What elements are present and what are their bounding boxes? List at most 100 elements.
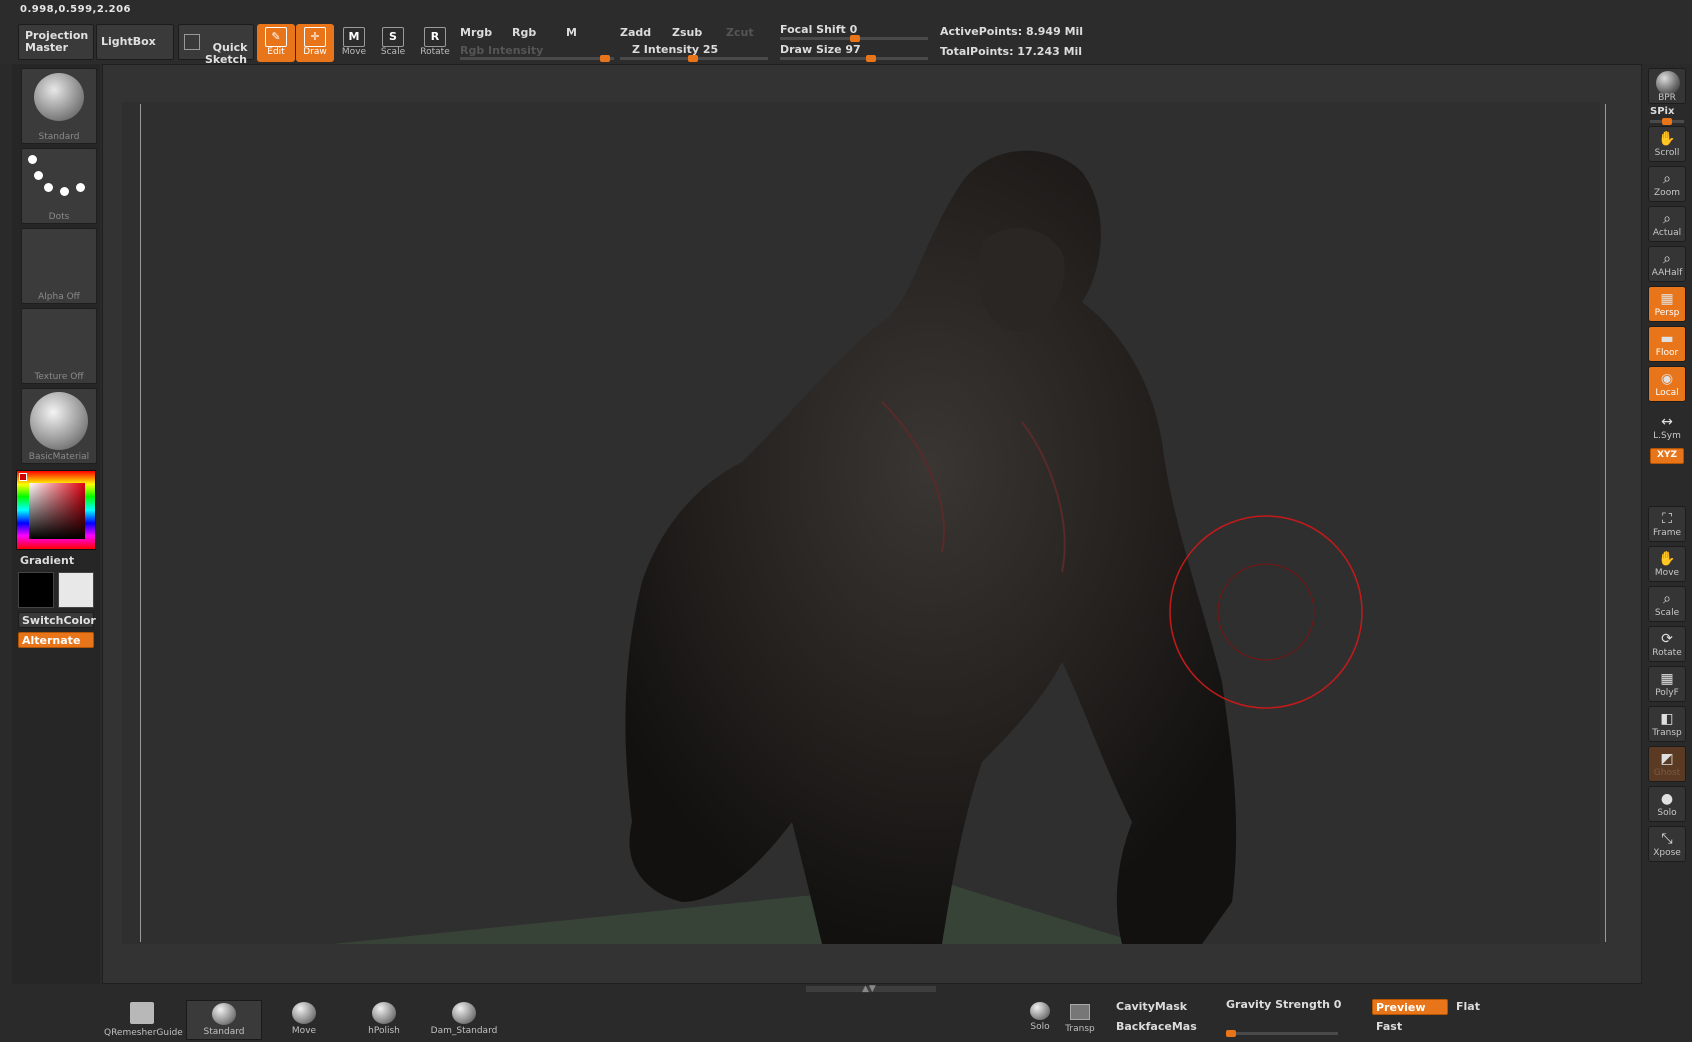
backface-mask-button[interactable]: BackfaceMas [1116, 1020, 1197, 1033]
polyf-button[interactable]: ▦ PolyF [1648, 666, 1686, 702]
frame-button[interactable]: ⛶ Frame [1648, 506, 1686, 542]
gravity-strength-knob[interactable] [1226, 1030, 1236, 1037]
brush-slot-move[interactable]: Move [266, 1000, 342, 1040]
mrgb-button[interactable]: Mrgb [460, 26, 492, 39]
secondary-color-swatch[interactable] [58, 572, 94, 608]
focal-shift-track[interactable] [780, 35, 928, 42]
aahalf-button[interactable]: ⌕ AAHalf [1648, 246, 1686, 282]
gorilla-body [625, 150, 1237, 944]
quick-sketch-button[interactable]: Quick Sketch [178, 24, 254, 66]
solo-button[interactable]: ● Solo [1648, 786, 1686, 822]
floor-label: Floor [1655, 348, 1679, 358]
actual-button[interactable]: ⌕ Actual [1648, 206, 1686, 242]
scale-label: Scale [1654, 608, 1680, 618]
draw-size-slider[interactable]: Draw Size 97 [780, 43, 861, 56]
zsub-button[interactable]: Zsub [672, 26, 702, 39]
rotate-button[interactable]: R Rotate [416, 24, 454, 62]
scroll-button[interactable]: ✋ Scroll [1648, 126, 1686, 162]
rotate-icon: R [424, 27, 446, 47]
xpose-icon: ⤡ [1661, 831, 1673, 847]
zoom-label: Zoom [1654, 188, 1680, 198]
coordinate-readout: 0.998,0.599,2.206 [20, 4, 131, 15]
collapse-arrows-icon[interactable]: ▲▼ [862, 984, 876, 994]
stroke-label: Dots [48, 212, 70, 222]
dot-icon [76, 183, 85, 192]
brush-slot-hpolish[interactable]: hPolish [346, 1000, 422, 1040]
brush-selector[interactable]: Standard [21, 68, 97, 144]
rgb-button[interactable]: Rgb [512, 26, 536, 39]
alternate-button[interactable]: Alternate [18, 632, 94, 648]
alpha-selector[interactable]: Alpha Off [21, 228, 97, 304]
focal-shift-label: Focal Shift [780, 23, 846, 36]
xpose-button[interactable]: ⤡ Xpose [1648, 826, 1686, 862]
brush-slot-dam-standard[interactable]: Dam_Standard [426, 1000, 502, 1040]
dam-standard-brush-icon [452, 1002, 476, 1024]
draw-size-knob[interactable] [866, 55, 876, 62]
brush-slot-label: Move [291, 1026, 317, 1036]
brush-slot-label: QRemesherGuide [104, 1028, 183, 1038]
material-selector[interactable]: BasicMaterial [21, 388, 97, 464]
brush-cursor-inner [1217, 563, 1315, 661]
gravity-strength-slider[interactable]: Gravity Strength 0 [1226, 998, 1341, 1011]
frame-icon: ⛶ [1662, 511, 1672, 527]
move-button[interactable]: ✋ Move [1648, 546, 1686, 582]
transp-button[interactable]: Transp [1062, 1000, 1098, 1040]
gorilla-model [625, 150, 1237, 944]
spix-slider[interactable]: SPix [1650, 106, 1674, 117]
switch-color-button[interactable]: SwitchColor [18, 612, 96, 628]
spix-knob[interactable] [1662, 118, 1672, 125]
rotate-button[interactable]: ⟳ Rotate [1648, 626, 1686, 662]
spix-track[interactable] [1650, 118, 1684, 125]
gravity-strength-track[interactable] [1226, 1030, 1338, 1037]
floor-button[interactable]: ▬ Floor [1648, 326, 1686, 362]
persp-button[interactable]: ▦ Persp [1648, 286, 1686, 322]
move-button[interactable]: M Move [335, 24, 373, 62]
zoom-button[interactable]: ⌕ Zoom [1648, 166, 1686, 202]
color-picker-square[interactable] [29, 483, 85, 539]
z-intensity-knob[interactable] [688, 55, 698, 62]
brush-slot-qremesherguide[interactable]: QRemesherGuide [104, 1000, 183, 1040]
focal-shift-knob[interactable] [850, 35, 860, 42]
transp-button[interactable]: ◧ Transp [1648, 706, 1686, 742]
z-intensity-slider[interactable]: Z Intensity 25 [632, 43, 718, 56]
z-intensity-track[interactable] [620, 55, 768, 62]
ghost-button[interactable]: ◩ Ghost [1648, 746, 1686, 782]
cavity-mask-button[interactable]: CavityMask [1116, 1000, 1187, 1013]
main-color-swatch[interactable] [18, 572, 54, 608]
brush-slot-standard[interactable]: Standard [186, 1000, 262, 1040]
scale-button[interactable]: ⌕ Scale [1648, 586, 1686, 622]
texture-selector[interactable]: Texture Off [21, 308, 97, 384]
zadd-button[interactable]: Zadd [620, 26, 651, 39]
l-sym-button[interactable]: ↔ L.Sym [1648, 410, 1686, 446]
fast-button[interactable]: Fast [1376, 1020, 1402, 1033]
m-button[interactable]: M [566, 26, 577, 39]
scale-label: Scale [380, 47, 406, 57]
projection-master-button[interactable]: Projection Master [18, 24, 94, 60]
rgb-intensity-knob[interactable] [600, 55, 610, 62]
draw-size-track[interactable] [780, 55, 928, 62]
dots-stroke-icon [28, 155, 37, 164]
draw-button[interactable]: ✛ Draw [296, 24, 334, 62]
bpr-button[interactable]: BPR [1648, 68, 1686, 104]
preview-button[interactable]: Preview [1372, 999, 1448, 1015]
focal-shift-slider[interactable]: Focal Shift 0 [780, 23, 857, 36]
stroke-selector[interactable]: Dots [21, 148, 97, 224]
solo-button[interactable]: Solo [1022, 1000, 1058, 1040]
rgb-intensity-track[interactable] [460, 55, 614, 62]
edit-button[interactable]: ✎ Edit [257, 24, 295, 62]
flat-button[interactable]: Flat [1456, 1000, 1480, 1013]
transp-icon [1070, 1004, 1090, 1020]
bpr-sphere-icon [1656, 71, 1680, 95]
color-picker[interactable] [16, 470, 96, 550]
aahalf-label: AAHalf [1651, 268, 1683, 278]
gradient-button[interactable]: Gradient [20, 554, 74, 567]
xyz-symmetry-button[interactable]: XYZ [1650, 448, 1684, 464]
quick-sketch-label: Quick Sketch [205, 41, 248, 66]
local-button[interactable]: ◉ Local [1648, 366, 1686, 402]
rgb-intensity-slider[interactable]: Rgb Intensity [460, 44, 543, 57]
draw-size-value: 97 [845, 43, 861, 56]
zcut-button[interactable]: Zcut [726, 26, 754, 39]
scale-button[interactable]: S Scale [374, 24, 412, 62]
lightbox-button[interactable]: LightBox [96, 24, 174, 60]
ghost-label: Ghost [1653, 768, 1681, 778]
